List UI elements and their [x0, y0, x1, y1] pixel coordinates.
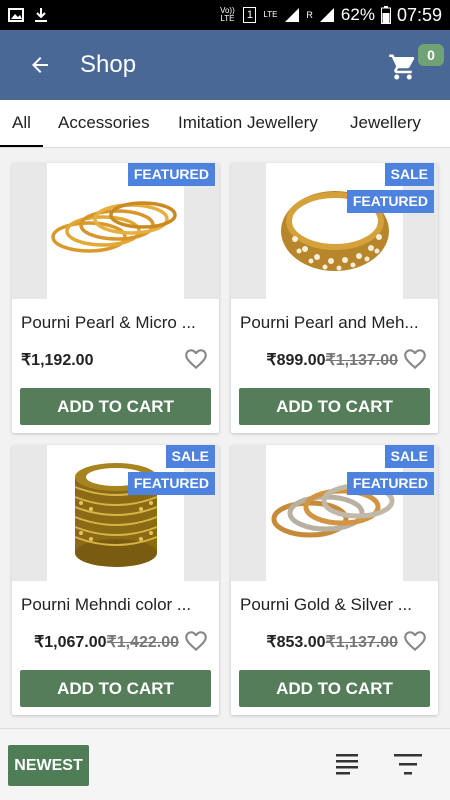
pearl-bangle-stack-icon	[280, 191, 389, 271]
network-type: LTE	[263, 10, 278, 19]
product-name[interactable]: Pourni Mehndi color ...	[21, 595, 211, 615]
gallery-notification-icon	[8, 8, 24, 22]
sort-icon[interactable]	[334, 751, 360, 777]
mehndi-bangle-stack-icon	[74, 463, 157, 567]
product-price: ₹899.00₹1,137.00	[266, 350, 398, 370]
clock: 07:59	[396, 4, 442, 25]
product-card[interactable]: SALE FEATURED Pourni Gold & Silver ... ₹…	[231, 445, 438, 715]
filter-icon[interactable]	[393, 751, 423, 777]
tab-jewellery[interactable]: Jewellery	[338, 100, 433, 147]
back-button[interactable]	[0, 30, 80, 100]
product-price: ₹1,192.00	[21, 350, 93, 370]
signal-icon-2	[319, 8, 334, 22]
sim-indicator: 1	[243, 7, 257, 23]
sale-badge: SALE	[165, 445, 215, 468]
battery-percent: 62%	[340, 5, 375, 24]
roaming-indicator: R	[306, 10, 313, 20]
category-tabs: All Accessories Imitation Jewellery Jewe…	[0, 100, 450, 148]
add-to-cart-button[interactable]: ADD TO CART	[20, 388, 211, 425]
newest-sort-button[interactable]: NEWEST	[8, 745, 89, 786]
tab-accessories[interactable]: Accessories	[46, 100, 162, 147]
product-name[interactable]: Pourni Gold & Silver ...	[240, 595, 430, 615]
current-price: ₹899.00	[266, 352, 326, 369]
product-card[interactable]: SALE FEATURED Pourni Mehndi color ... ₹1…	[12, 445, 219, 715]
signal-icon	[285, 8, 300, 22]
page-title: Shop	[80, 51, 137, 78]
sale-badge: SALE	[384, 445, 434, 468]
tab-imitation-jewellery[interactable]: Imitation Jewellery	[166, 100, 330, 147]
original-price: ₹1,422.00	[106, 634, 179, 651]
heart-icon[interactable]	[402, 628, 428, 654]
product-price: ₹853.00₹1,137.00	[266, 632, 398, 652]
app-bar: Shop 0	[0, 30, 450, 100]
heart-icon[interactable]	[402, 346, 428, 372]
current-price: ₹1,067.00	[34, 634, 107, 651]
featured-badge: FEATURED	[127, 163, 215, 186]
bottom-bar: NEWEST	[0, 728, 450, 800]
volte-indicator: Vo)) LTE	[220, 6, 235, 23]
product-name[interactable]: Pourni Pearl & Micro ...	[21, 313, 211, 333]
product-price: ₹1,067.00₹1,422.00	[34, 632, 179, 652]
tab-all[interactable]: All	[0, 100, 43, 147]
gold-bangles-thin-icon	[50, 201, 177, 253]
featured-badge: FEATURED	[346, 190, 434, 213]
download-notification-icon	[35, 8, 47, 22]
heart-icon[interactable]	[183, 628, 209, 654]
original-price: ₹1,137.00	[325, 352, 398, 369]
add-to-cart-button[interactable]: ADD TO CART	[239, 388, 430, 425]
status-bar: Vo)) LTE 1 LTE R 62% 07:59	[0, 0, 450, 30]
cart-count-badge: 0	[418, 44, 444, 66]
sale-badge: SALE	[384, 163, 434, 186]
shopping-cart-icon	[389, 54, 415, 80]
current-price: ₹1,192.00	[21, 352, 94, 369]
featured-badge: FEATURED	[127, 472, 215, 495]
product-card[interactable]: FEATURED Pourni Pearl & Micro ... ₹1,192…	[12, 163, 219, 433]
product-name[interactable]: Pourni Pearl and Meh...	[240, 313, 430, 333]
featured-badge: FEATURED	[346, 472, 434, 495]
arrow-back-icon	[32, 57, 48, 73]
heart-icon[interactable]	[183, 346, 209, 372]
original-price: ₹1,137.00	[325, 634, 398, 651]
battery-icon	[380, 6, 391, 24]
add-to-cart-button[interactable]: ADD TO CART	[239, 670, 430, 707]
add-to-cart-button[interactable]: ADD TO CART	[20, 670, 211, 707]
current-price: ₹853.00	[266, 634, 326, 651]
product-card[interactable]: SALE FEATURED Pourni Pearl and Meh... ₹8…	[231, 163, 438, 433]
